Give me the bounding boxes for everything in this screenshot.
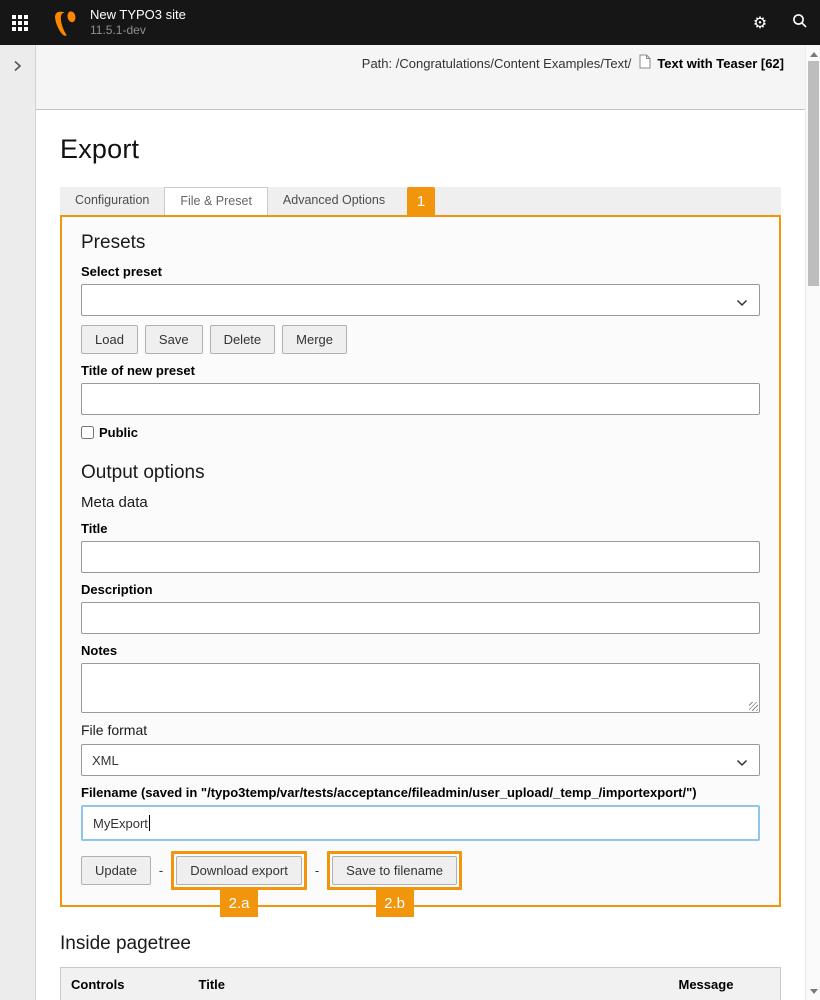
site-info: New TYPO3 site 11.5.1-dev (90, 8, 186, 37)
page-title: Export (60, 134, 781, 165)
output-options-heading: Output options (81, 462, 760, 484)
breadcrumb: Path: /Congratulations/Content Examples/… (362, 56, 632, 71)
update-button[interactable]: Update (81, 856, 151, 885)
separator: - (315, 863, 319, 878)
tab-advanced-options[interactable]: Advanced Options (268, 187, 400, 215)
meta-data-heading: Meta data (81, 494, 760, 511)
site-version: 11.5.1-dev (90, 24, 186, 37)
title-label: Title (81, 521, 760, 536)
site-title: New TYPO3 site (90, 8, 186, 22)
resize-handle[interactable] (749, 702, 758, 711)
select-preset-label: Select preset (81, 264, 760, 279)
title-input[interactable] (81, 541, 760, 573)
public-label: Public (99, 425, 138, 440)
chevron-down-icon (736, 755, 748, 770)
annotation-frame-save: Save to filename 2.b (327, 851, 462, 890)
filename-label: Filename (saved in "/typo3temp/var/tests… (81, 785, 760, 800)
inside-pagetree-heading: Inside pagetree (60, 933, 781, 955)
description-label: Description (81, 582, 760, 597)
column-header-controls: Controls (61, 968, 189, 1000)
page-icon (639, 54, 651, 72)
sidebar-collapsed (0, 45, 36, 1000)
docheader: Path: /Congratulations/Content Examples/… (36, 45, 805, 110)
file-format-select[interactable]: XML (81, 744, 760, 776)
delete-button[interactable]: Delete (210, 325, 276, 354)
tab-configuration[interactable]: Configuration (60, 187, 164, 215)
file-format-label: File format (81, 722, 760, 739)
save-button[interactable]: Save (145, 325, 203, 354)
notes-label: Notes (81, 643, 760, 658)
scroll-up-arrow[interactable] (806, 47, 820, 61)
scroll-down-arrow[interactable] (806, 984, 820, 998)
chevron-down-icon (736, 295, 748, 310)
annotation-frame-download: Download export 2.a (171, 851, 307, 890)
separator: - (159, 863, 163, 878)
download-export-button[interactable]: Download export (176, 856, 302, 885)
scrollbar-thumb[interactable] (808, 61, 819, 286)
table-header-row: Controls Title Message (61, 968, 781, 1000)
gear-icon: ⚙ (753, 15, 767, 31)
tabbar: Configuration File & Preset Advanced Opt… (60, 187, 781, 215)
load-button[interactable]: Load (81, 325, 138, 354)
preset-select[interactable] (81, 284, 760, 316)
annotation-badge-2a: 2.a (220, 889, 258, 917)
notes-textarea[interactable] (81, 663, 760, 713)
module-menu-icon (12, 15, 28, 31)
presets-heading: Presets (81, 232, 760, 254)
breadcrumb-page-title[interactable]: Text with Teaser [62] (657, 56, 784, 71)
file-format-value: XML (92, 753, 119, 768)
file-preset-panel: Presets Select preset Load Save (60, 215, 781, 907)
column-header-title: Title (189, 968, 669, 1000)
sidebar-expand-button[interactable] (4, 53, 32, 81)
topbar: New TYPO3 site 11.5.1-dev ⚙ (0, 0, 820, 45)
chevron-right-icon (13, 60, 22, 75)
annotation-badge-1: 1 (407, 187, 435, 215)
public-checkbox[interactable] (81, 426, 94, 439)
annotation-badge-2b: 2.b (376, 889, 414, 917)
new-preset-title-input[interactable] (81, 383, 760, 415)
text-caret (149, 815, 150, 831)
pagetree-table: Controls Title Message (60, 967, 781, 1000)
description-input[interactable] (81, 602, 760, 634)
typo3-logo-icon (53, 10, 79, 36)
merge-button[interactable]: Merge (282, 325, 347, 354)
filename-value: MyExport (93, 816, 148, 831)
search-button[interactable] (780, 0, 820, 45)
filename-input[interactable]: MyExport (81, 805, 760, 841)
tab-file-preset[interactable]: File & Preset (164, 187, 268, 215)
column-header-message: Message (669, 968, 781, 1000)
module-menu-button[interactable] (0, 0, 40, 45)
settings-button[interactable]: ⚙ (740, 0, 780, 45)
new-preset-title-label: Title of new preset (81, 363, 760, 378)
scrollbar[interactable] (805, 45, 820, 1000)
save-to-filename-button[interactable]: Save to filename (332, 856, 457, 885)
search-icon (792, 13, 808, 32)
